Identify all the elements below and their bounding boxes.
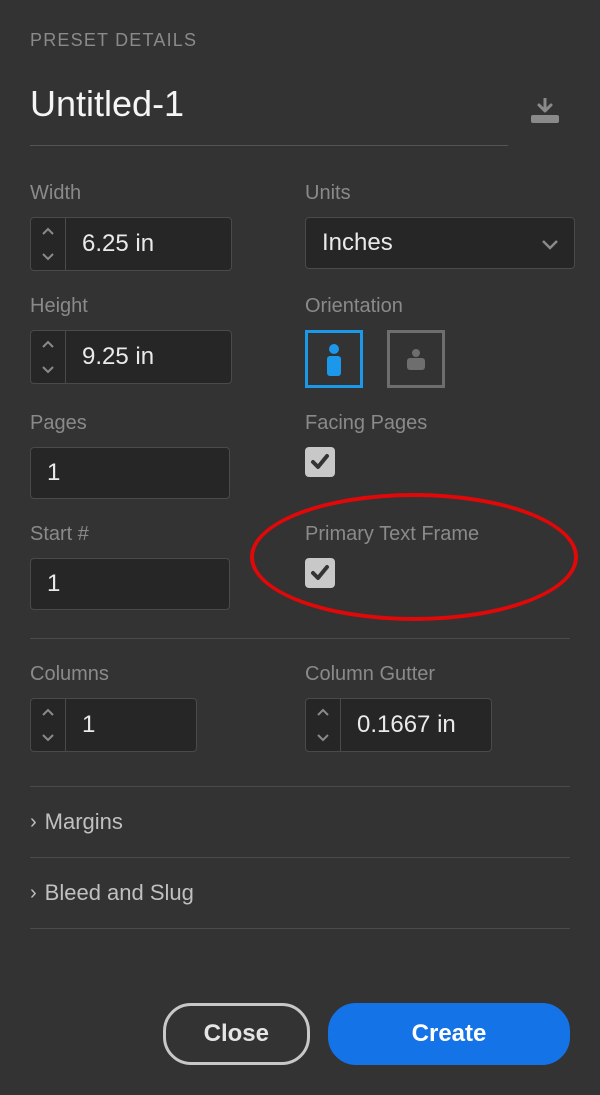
- create-button[interactable]: Create: [328, 1003, 570, 1065]
- columns-stepper-down[interactable]: [31, 725, 65, 751]
- column-gutter-label: Column Gutter: [305, 663, 570, 686]
- height-value[interactable]: 9.25 in: [66, 331, 231, 383]
- column-gutter-input[interactable]: 0.1667 in: [305, 698, 492, 752]
- bleed-slug-label: Bleed and Slug: [45, 880, 194, 906]
- units-select[interactable]: Inches: [305, 217, 575, 269]
- width-stepper-down[interactable]: [31, 244, 65, 270]
- title-row: Untitled-1: [30, 83, 570, 146]
- width-stepper-up[interactable]: [31, 218, 65, 244]
- units-label: Units: [305, 182, 570, 205]
- units-value: Inches: [322, 229, 393, 257]
- columns-label: Columns: [30, 663, 285, 686]
- orientation-label: Orientation: [305, 295, 570, 318]
- chevron-right-icon: ›: [30, 811, 37, 834]
- margins-label: Margins: [45, 809, 123, 835]
- pages-input[interactable]: 1: [30, 447, 230, 499]
- primary-text-frame-label: Primary Text Frame: [305, 523, 570, 546]
- orientation-portrait-button[interactable]: [305, 330, 363, 388]
- height-label: Height: [30, 295, 285, 318]
- column-gutter-value[interactable]: 0.1667 in: [341, 699, 491, 751]
- start-number-input[interactable]: 1: [30, 558, 230, 610]
- width-label: Width: [30, 182, 285, 205]
- width-input[interactable]: 6.25 in: [30, 217, 232, 271]
- start-number-label: Start #: [30, 523, 285, 546]
- facing-pages-checkbox[interactable]: [305, 447, 335, 477]
- divider: [30, 928, 570, 929]
- section-title: PRESET DETAILS: [30, 30, 570, 51]
- preset-details-panel: PRESET DETAILS Untitled-1 Width 6.25 in …: [0, 0, 600, 1095]
- height-stepper-down[interactable]: [31, 357, 65, 383]
- margins-expander[interactable]: › Margins: [30, 787, 570, 857]
- pages-label: Pages: [30, 412, 285, 435]
- document-title-input[interactable]: Untitled-1: [30, 83, 508, 146]
- chevron-right-icon: ›: [30, 882, 37, 905]
- orientation-landscape-button[interactable]: [387, 330, 445, 388]
- chevron-down-icon: [542, 229, 558, 257]
- column-gutter-stepper-up[interactable]: [306, 699, 340, 725]
- close-button[interactable]: Close: [163, 1003, 310, 1065]
- columns-stepper-up[interactable]: [31, 699, 65, 725]
- save-preset-icon[interactable]: [528, 96, 562, 124]
- height-input[interactable]: 9.25 in: [30, 330, 232, 384]
- columns-value[interactable]: 1: [66, 699, 196, 751]
- dialog-buttons: Close Create: [163, 1003, 570, 1065]
- width-value[interactable]: 6.25 in: [66, 218, 231, 270]
- columns-input[interactable]: 1: [30, 698, 197, 752]
- height-stepper-up[interactable]: [31, 331, 65, 357]
- bleed-slug-expander[interactable]: › Bleed and Slug: [30, 858, 570, 928]
- primary-text-frame-checkbox[interactable]: [305, 558, 335, 588]
- column-gutter-stepper-down[interactable]: [306, 725, 340, 751]
- facing-pages-label: Facing Pages: [305, 412, 570, 435]
